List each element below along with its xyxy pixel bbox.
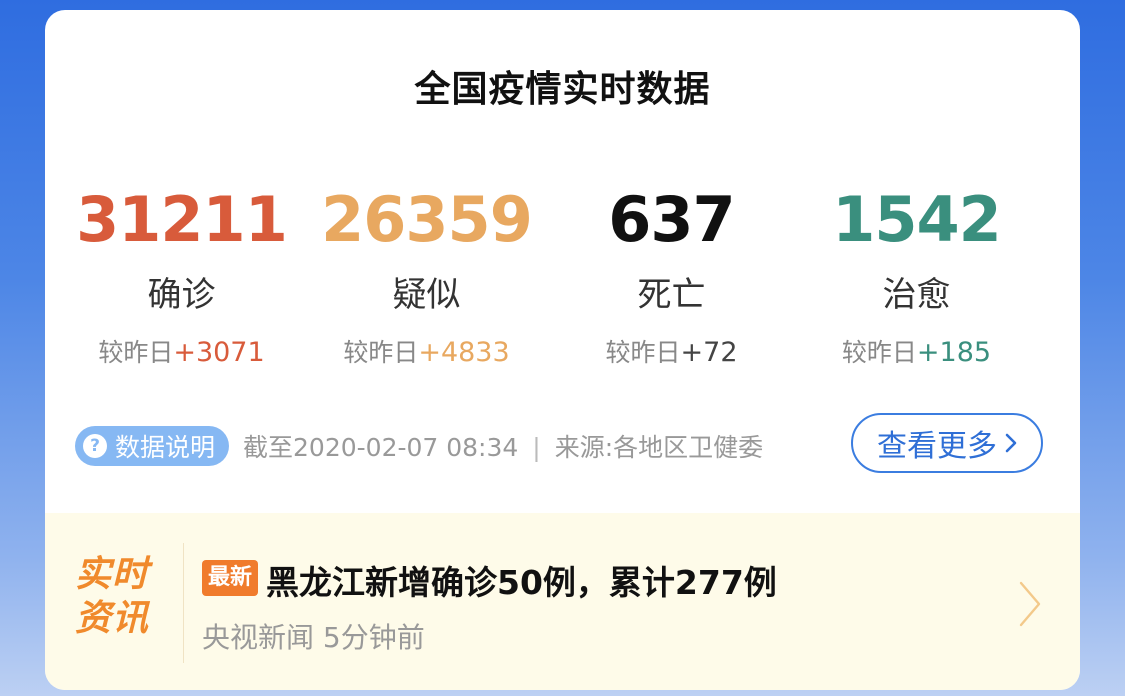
deadline-text: 截至2020-02-07 08:34 [243,433,519,462]
divider [183,543,184,663]
view-more-button[interactable]: 查看更多 [851,413,1043,473]
stat-cured: 1542 治愈 较昨日+185 [794,185,1039,369]
epidemic-data-card: 全国疫情实时数据 31211 确诊 较昨日+3071 26359 疑似 较昨日+… [45,10,1080,690]
data-explain-button[interactable]: ? 数据说明 [75,426,230,466]
page-title: 全国疫情实时数据 [414,69,711,110]
compare-prefix: 较昨日 [343,338,419,367]
news-headline[interactable]: 黑龙江新增确诊50例，累计277例 [266,556,777,604]
logo-line-2: 资讯 [75,598,150,639]
data-meta-row: ? 数据说明 截至2020-02-07 08:34 | 来源:各地区卫健委 [75,426,763,466]
chevron-right-icon [1005,433,1017,453]
data-timestamp: 截至2020-02-07 08:34 | 来源:各地区卫健委 [243,428,763,464]
stats-row: 31211 确诊 较昨日+3071 26359 疑似 较昨日+4833 637 … [59,185,1039,369]
compare-prefix: 较昨日 [98,338,174,367]
news-source-time: 央视新闻 5分钟前 [202,621,425,654]
data-explain-label: 数据说明 [115,433,216,462]
compare-delta: +185 [916,337,992,368]
compare-delta: +3071 [173,337,265,368]
stat-compare: 较昨日+185 [794,337,1039,369]
compare-delta: +4833 [418,337,510,368]
source-text: 来源:各地区卫健委 [554,433,764,462]
compare-prefix: 较昨日 [605,338,681,367]
stat-dead: 637 死亡 较昨日+72 [549,185,794,369]
stat-value: 26359 [321,183,533,256]
stat-label: 治愈 [882,275,951,315]
stat-suspected: 26359 疑似 较昨日+4833 [304,185,549,369]
view-more-label: 查看更多 [877,429,997,464]
stat-value: 31211 [76,183,288,256]
stat-compare: 较昨日+72 [549,337,794,369]
stat-compare: 较昨日+4833 [304,337,549,369]
stat-label: 疑似 [392,275,461,315]
chevron-right-icon[interactable] [1017,579,1043,629]
compare-prefix: 较昨日 [841,338,917,367]
stat-compare: 较昨日+3071 [59,337,304,369]
meta-separator: | [532,433,541,462]
realtime-news-logo: 实时 资讯 [75,553,165,641]
logo-line-1: 实时 [75,554,150,595]
stat-value: 1542 [832,183,1002,256]
question-icon: ? [83,434,107,458]
stat-value: 637 [608,183,735,256]
stat-label: 死亡 [637,275,706,315]
stat-confirmed: 31211 确诊 较昨日+3071 [59,185,304,369]
latest-badge: 最新 [202,560,259,596]
stat-label: 确诊 [147,275,216,315]
news-banner[interactable]: 实时 资讯 最新 黑龙江新增确诊50例，累计277例 央视新闻 5分钟前 [45,513,1080,690]
compare-delta: +72 [680,337,738,368]
